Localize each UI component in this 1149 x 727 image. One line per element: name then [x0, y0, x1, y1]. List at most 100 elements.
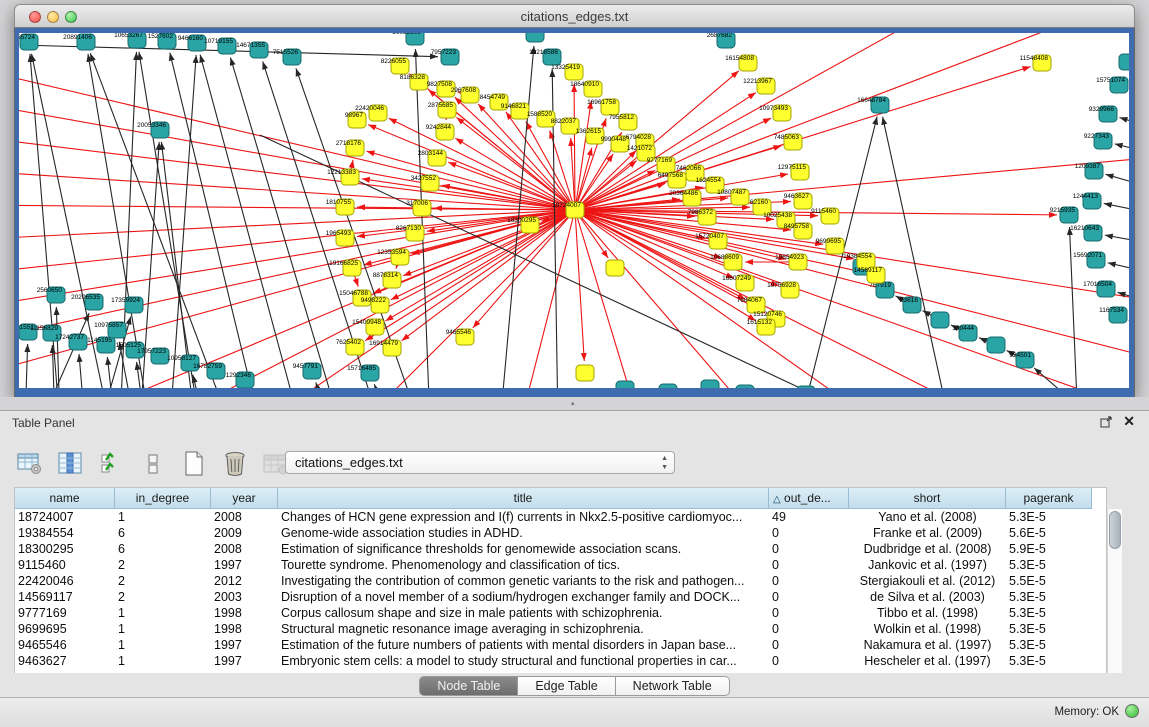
table-cell[interactable]: 6: [115, 525, 211, 541]
table-cell[interactable]: 5.3E-5: [1006, 653, 1092, 669]
table-cell[interactable]: 5.3E-5: [1006, 589, 1092, 605]
graph-edge[interactable]: [1108, 263, 1129, 275]
delete-columns-icon[interactable]: [221, 450, 249, 478]
table-cell[interactable]: Disruption of a novel member of a sodium…: [278, 589, 769, 605]
graph-edge[interactable]: [520, 210, 575, 388]
graph-node[interactable]: [797, 386, 815, 388]
column-header-title[interactable]: title: [278, 488, 769, 509]
table-row[interactable]: 2242004622012Investigating the contribut…: [15, 573, 1106, 589]
table-cell[interactable]: 2012: [211, 573, 278, 589]
graph-node[interactable]: [576, 365, 594, 381]
window-titlebar[interactable]: citations_edges.txt: [14, 4, 1135, 28]
table-cell[interactable]: Embryonic stem cells: a model to study s…: [278, 653, 769, 669]
graph-edge[interactable]: [374, 384, 390, 388]
tab-node-table[interactable]: Node Table: [419, 676, 518, 696]
table-cell[interactable]: Genome-wide association studies in ADHD.: [278, 525, 769, 541]
table-cell[interactable]: 0: [769, 637, 849, 653]
table-mode-icon[interactable]: [16, 450, 44, 478]
graph-edge[interactable]: [19, 205, 575, 210]
table-row[interactable]: 969969511998Structural magnetic resonanc…: [15, 621, 1106, 637]
table-cell[interactable]: 9699695: [15, 621, 115, 637]
table-cell[interactable]: 1: [115, 621, 211, 637]
close-panel-icon[interactable]: ✕: [1123, 415, 1135, 428]
graph-edge[interactable]: [883, 117, 950, 388]
table-cell[interactable]: Tibbo et al. (1998): [849, 605, 1006, 621]
column-header-pagerank[interactable]: pagerank: [1006, 488, 1092, 509]
graph-node[interactable]: [736, 385, 754, 388]
table-row[interactable]: 977716911998Corpus callosum shape and si…: [15, 605, 1106, 621]
table-cell[interactable]: 9777169: [15, 605, 115, 621]
table-cell[interactable]: 1998: [211, 605, 278, 621]
table-cell[interactable]: 1997: [211, 637, 278, 653]
table-row[interactable]: 946554611997Estimation of the future num…: [15, 637, 1106, 653]
graph-edge[interactable]: [1106, 174, 1129, 190]
table-cell[interactable]: Estimation of the future numbers of pati…: [278, 637, 769, 653]
table-cell[interactable]: Nakamura et al. (1997): [849, 637, 1006, 653]
graph-node[interactable]: [931, 312, 949, 328]
table-row[interactable]: 1872400712008Changes of HCN gene express…: [15, 509, 1106, 525]
show-columns-icon[interactable]: [57, 450, 85, 478]
graph-edge[interactable]: [1118, 292, 1129, 305]
graph-edge[interactable]: [526, 121, 575, 210]
table-cell[interactable]: 18724007: [15, 509, 115, 525]
graph-edge[interactable]: [193, 375, 205, 388]
graph-edge[interactable]: [56, 307, 60, 388]
graph-edge[interactable]: [200, 55, 300, 388]
table-cell[interactable]: 5.5E-5: [1006, 573, 1092, 589]
table-cell[interactable]: 0: [769, 621, 849, 637]
graph-edge[interactable]: [1119, 118, 1129, 130]
table-cell[interactable]: 14569117: [15, 589, 115, 605]
graph-edge[interactable]: [25, 344, 28, 388]
table-cell[interactable]: 2: [115, 573, 211, 589]
table-cell[interactable]: 0: [769, 557, 849, 573]
table-cell[interactable]: 5.9E-5: [1006, 541, 1092, 557]
graph-edge[interactable]: [170, 55, 196, 388]
table-cell[interactable]: 5.3E-5: [1006, 605, 1092, 621]
new-column-icon[interactable]: [180, 450, 208, 478]
table-cell[interactable]: Tourette syndrome. Phenomenology and cla…: [278, 557, 769, 573]
table-cell[interactable]: Wolkin et al. (1998): [849, 621, 1006, 637]
table-cell[interactable]: 9115460: [15, 557, 115, 573]
table-cell[interactable]: 0: [769, 589, 849, 605]
table-cell[interactable]: 2003: [211, 589, 278, 605]
table-cell[interactable]: 6: [115, 541, 211, 557]
graph-edge[interactable]: [139, 52, 200, 388]
column-header-name[interactable]: name: [15, 488, 115, 509]
table-cell[interactable]: Franke et al. (2009): [849, 525, 1006, 541]
table-cell[interactable]: Investigating the contribution of common…: [278, 573, 769, 589]
table-cell[interactable]: 1: [115, 605, 211, 621]
table-cell[interactable]: 1: [115, 509, 211, 525]
table-cell[interactable]: 9465546: [15, 637, 115, 653]
sash-grip-icon[interactable]: ▴: [571, 401, 581, 406]
table-cell[interactable]: Stergiakouli et al. (2012): [849, 573, 1006, 589]
table-cell[interactable]: 2009: [211, 525, 278, 541]
graph-edge[interactable]: [79, 354, 85, 388]
graph-edge[interactable]: [402, 210, 575, 341]
graph-edge[interactable]: [575, 210, 640, 388]
graph-edge[interactable]: [19, 135, 575, 210]
table-cell[interactable]: 49: [769, 509, 849, 525]
table-cell[interactable]: 0: [769, 541, 849, 557]
table-cell[interactable]: 5.3E-5: [1006, 621, 1092, 637]
table-cell[interactable]: 2008: [211, 509, 278, 525]
graph-edge[interactable]: [575, 210, 1129, 365]
table-cell[interactable]: Structural magnetic resonance image aver…: [278, 621, 769, 637]
table-cell[interactable]: 1997: [211, 557, 278, 573]
graph-edge[interactable]: [575, 101, 591, 210]
column-header-year[interactable]: year: [211, 488, 278, 509]
table-selector[interactable]: citations_edges.txt ▲▼: [285, 451, 675, 474]
network-canvas[interactable]: 1872400714055724208914061065326715276029…: [19, 33, 1129, 388]
graph-node[interactable]: [1119, 54, 1129, 70]
table-cell[interactable]: 0: [769, 653, 849, 669]
graph-edge[interactable]: [415, 49, 430, 388]
table-cell[interactable]: Dudbridge et al. (2008): [849, 541, 1006, 557]
graph-edge[interactable]: [19, 100, 575, 210]
graph-node[interactable]: [987, 337, 1005, 353]
table-cell[interactable]: 1: [115, 653, 211, 669]
graph-node[interactable]: [526, 33, 544, 42]
graph-edge[interactable]: [575, 210, 760, 388]
graph-node[interactable]: [659, 384, 677, 388]
tab-edge-table[interactable]: Edge Table: [518, 676, 615, 696]
table-cell[interactable]: Yano et al. (2008): [849, 509, 1006, 525]
table-cell[interactable]: Hescheler et al. (1997): [849, 653, 1006, 669]
